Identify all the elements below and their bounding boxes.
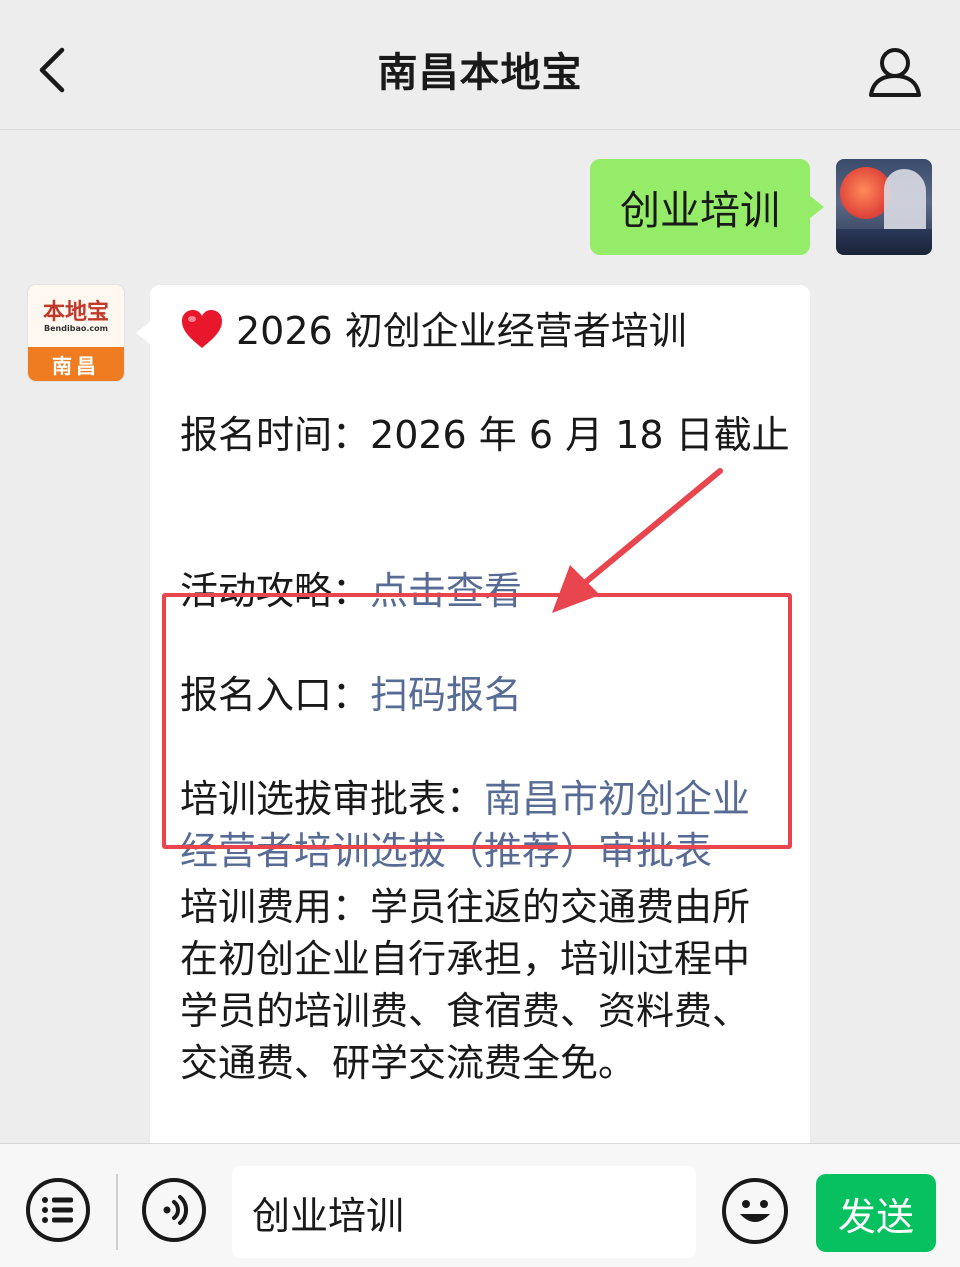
outgoing-bubble[interactable]: 创业培训 <box>590 159 824 255</box>
toolbar-divider <box>116 1174 118 1250</box>
form-label: 培训选拔审批表： <box>180 777 485 821</box>
fee-line-2: 在初创企业自行承担，培训过程中 <box>180 937 751 981</box>
input-toolbar: 创业培训 发送 <box>0 1143 960 1267</box>
list-icon <box>42 1197 73 1223</box>
guide-link[interactable]: 点击查看 <box>370 569 522 613</box>
person-icon <box>869 48 921 97</box>
avatar-logo-city: 南昌 <box>28 347 124 381</box>
deadline-row: 报名时间：2026 年 6 月 18 日截止 <box>180 409 790 461</box>
message-title: 2026 初创企业经营者培训 <box>236 309 687 353</box>
menu-button[interactable] <box>26 1178 90 1242</box>
fee-line-3: 学员的培训费、食宿费、资料费、 <box>180 989 751 1033</box>
user-avatar[interactable] <box>836 159 932 255</box>
send-button[interactable]: 发送 <box>816 1174 936 1252</box>
smiley-icon <box>740 1200 770 1222</box>
top-bar: 南昌本地宝 <box>0 0 960 130</box>
deadline-value: 2026 年 6 月 18 日截止 <box>370 413 790 457</box>
voice-button[interactable] <box>142 1178 206 1242</box>
form-row: 培训选拔审批表：南昌市初创企业 <box>180 773 750 825</box>
incoming-message: 本地宝 Bendibao.com 南昌 2026 初创企业经营者培训 报名时间：… <box>28 285 810 1143</box>
voice-icon <box>163 1195 188 1225</box>
bot-avatar[interactable]: 本地宝 Bendibao.com 南昌 <box>28 285 124 381</box>
register-link[interactable]: 扫码报名 <box>370 673 522 717</box>
emoji-button[interactable] <box>722 1178 788 1244</box>
avatar-logo: 本地宝 Bendibao.com <box>28 285 124 347</box>
fee-paragraph: 培训费用：学员往返的交通费由所 在初创企业自行承担，培训过程中 学员的培训费、食… <box>180 881 750 1089</box>
chat-title: 南昌本地宝 <box>377 50 583 96</box>
register-row: 报名入口：扫码报名 <box>180 669 522 721</box>
message-input[interactable]: 创业培训 <box>232 1166 696 1258</box>
outgoing-message: 创业培训 <box>590 159 932 255</box>
form-link-line2[interactable]: 经营者培训选拔（推荐）审批表 <box>180 829 712 873</box>
chat-area[interactable]: 创业培训 本地宝 Bendibao.com 南昌 2026 初创企业经营者培训 <box>0 131 960 1143</box>
arrow-annotation-icon <box>552 468 723 613</box>
guide-label: 活动攻略： <box>180 569 371 613</box>
message-title-row: 2026 初创企业经营者培训 <box>180 305 687 357</box>
heart-icon <box>182 310 222 348</box>
guide-row: 活动攻略：点击查看 <box>180 565 522 617</box>
fee-line-4: 交通费、研学交流费全免。 <box>180 1041 637 1085</box>
incoming-bubble[interactable]: 2026 初创企业经营者培训 报名时间：2026 年 6 月 18 日截止 活动… <box>136 285 810 1143</box>
avatar-logo-brand: 本地宝 <box>42 298 109 325</box>
form-row-2: 经营者培训选拔（推荐）审批表 <box>180 825 712 877</box>
form-link-line1[interactable]: 南昌市初创企业 <box>484 777 750 821</box>
register-label: 报名入口： <box>180 673 371 717</box>
avatar-logo-url: Bendibao.com <box>44 323 108 333</box>
avatar-sea <box>836 229 932 255</box>
deadline-label: 报名时间： <box>180 413 371 457</box>
profile-button[interactable] <box>860 40 930 104</box>
fee-line-1: 培训费用：学员往返的交通费由所 <box>180 885 751 929</box>
